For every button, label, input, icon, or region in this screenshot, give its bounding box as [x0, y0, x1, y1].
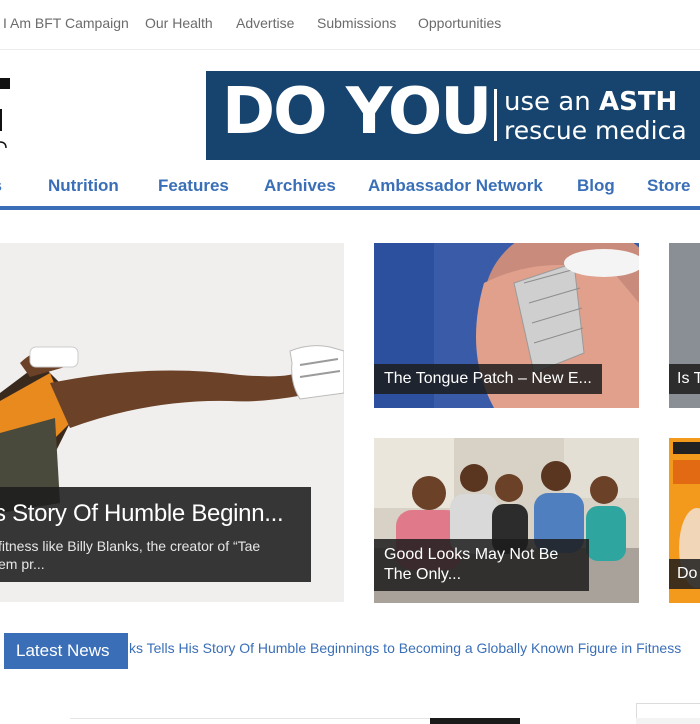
main-nav-features[interactable]: Features [158, 176, 229, 196]
banner-ad[interactable]: DO YOU use an ASTH rescue medica [206, 71, 700, 160]
top-nav-opportunities[interactable]: Opportunities [418, 15, 501, 31]
latest-news-label: Latest News [4, 633, 128, 669]
banner-headline: DO YOU [222, 75, 492, 149]
tile-tongue-patch[interactable]: The Tongue Patch – New E... [374, 243, 639, 408]
top-nav-our-health[interactable]: Our Health [145, 15, 213, 31]
tile-good-looks[interactable]: Good Looks May Not Be The Only... [374, 438, 639, 603]
tile-good-looks-title[interactable]: Good Looks May Not Be The Only... [374, 539, 589, 591]
nav-underline [0, 206, 700, 210]
main-nav-fitness[interactable]: ss [0, 176, 2, 196]
main-nav-ambassador-network[interactable]: Ambassador Network [368, 176, 543, 196]
featured-story-excerpt-line-2: em pr... [0, 556, 45, 572]
tile-right-top[interactable]: Is T [669, 243, 700, 408]
main-nav-nutrition[interactable]: Nutrition [48, 176, 119, 196]
site-logo[interactable] [0, 72, 14, 152]
top-nav-i-am-bft[interactable]: I Am BFT Campaign [3, 15, 129, 31]
top-nav-submissions[interactable]: Submissions [317, 15, 396, 31]
tile-tongue-patch-title[interactable]: The Tongue Patch – New E... [374, 364, 602, 394]
banner-line-1-text: use an [504, 87, 599, 117]
main-nav-store[interactable]: Store [647, 176, 690, 196]
main-nav: ss Nutrition Features Archives Ambassado… [0, 165, 700, 207]
latest-news-ticker[interactable]: ks Tells His Story Of Humble Beginnings … [129, 640, 700, 656]
tile-right-top-title[interactable]: Is T [669, 364, 700, 394]
main-nav-blog[interactable]: Blog [577, 176, 615, 196]
banner-divider [494, 89, 497, 141]
main-nav-archives[interactable]: Archives [264, 176, 336, 196]
banner-line-1: use an ASTH [504, 89, 677, 115]
featured-story-excerpt-line-1: fitness like Billy Blanks, the creator o… [0, 538, 261, 554]
banner-line-1-bold: ASTH [598, 87, 678, 117]
banner-line-2: rescue medica [504, 116, 687, 145]
top-nav: I Am BFT Campaign Our Health Advertise S… [0, 0, 700, 50]
featured-story-title[interactable]: s Story Of Humble Beginn... [0, 500, 284, 528]
bottom-dark-block [430, 718, 520, 724]
tile-right-bottom[interactable]: Do [669, 438, 700, 603]
featured-story-excerpt: fitness like Billy Blanks, the creator o… [0, 537, 298, 573]
bottom-widget-fill [636, 718, 700, 724]
tile-right-bottom-title[interactable]: Do [669, 559, 700, 589]
top-nav-advertise[interactable]: Advertise [236, 15, 294, 31]
featured-story-caption[interactable]: s Story Of Humble Beginn... fitness like… [0, 487, 311, 582]
bottom-divider [70, 718, 430, 719]
